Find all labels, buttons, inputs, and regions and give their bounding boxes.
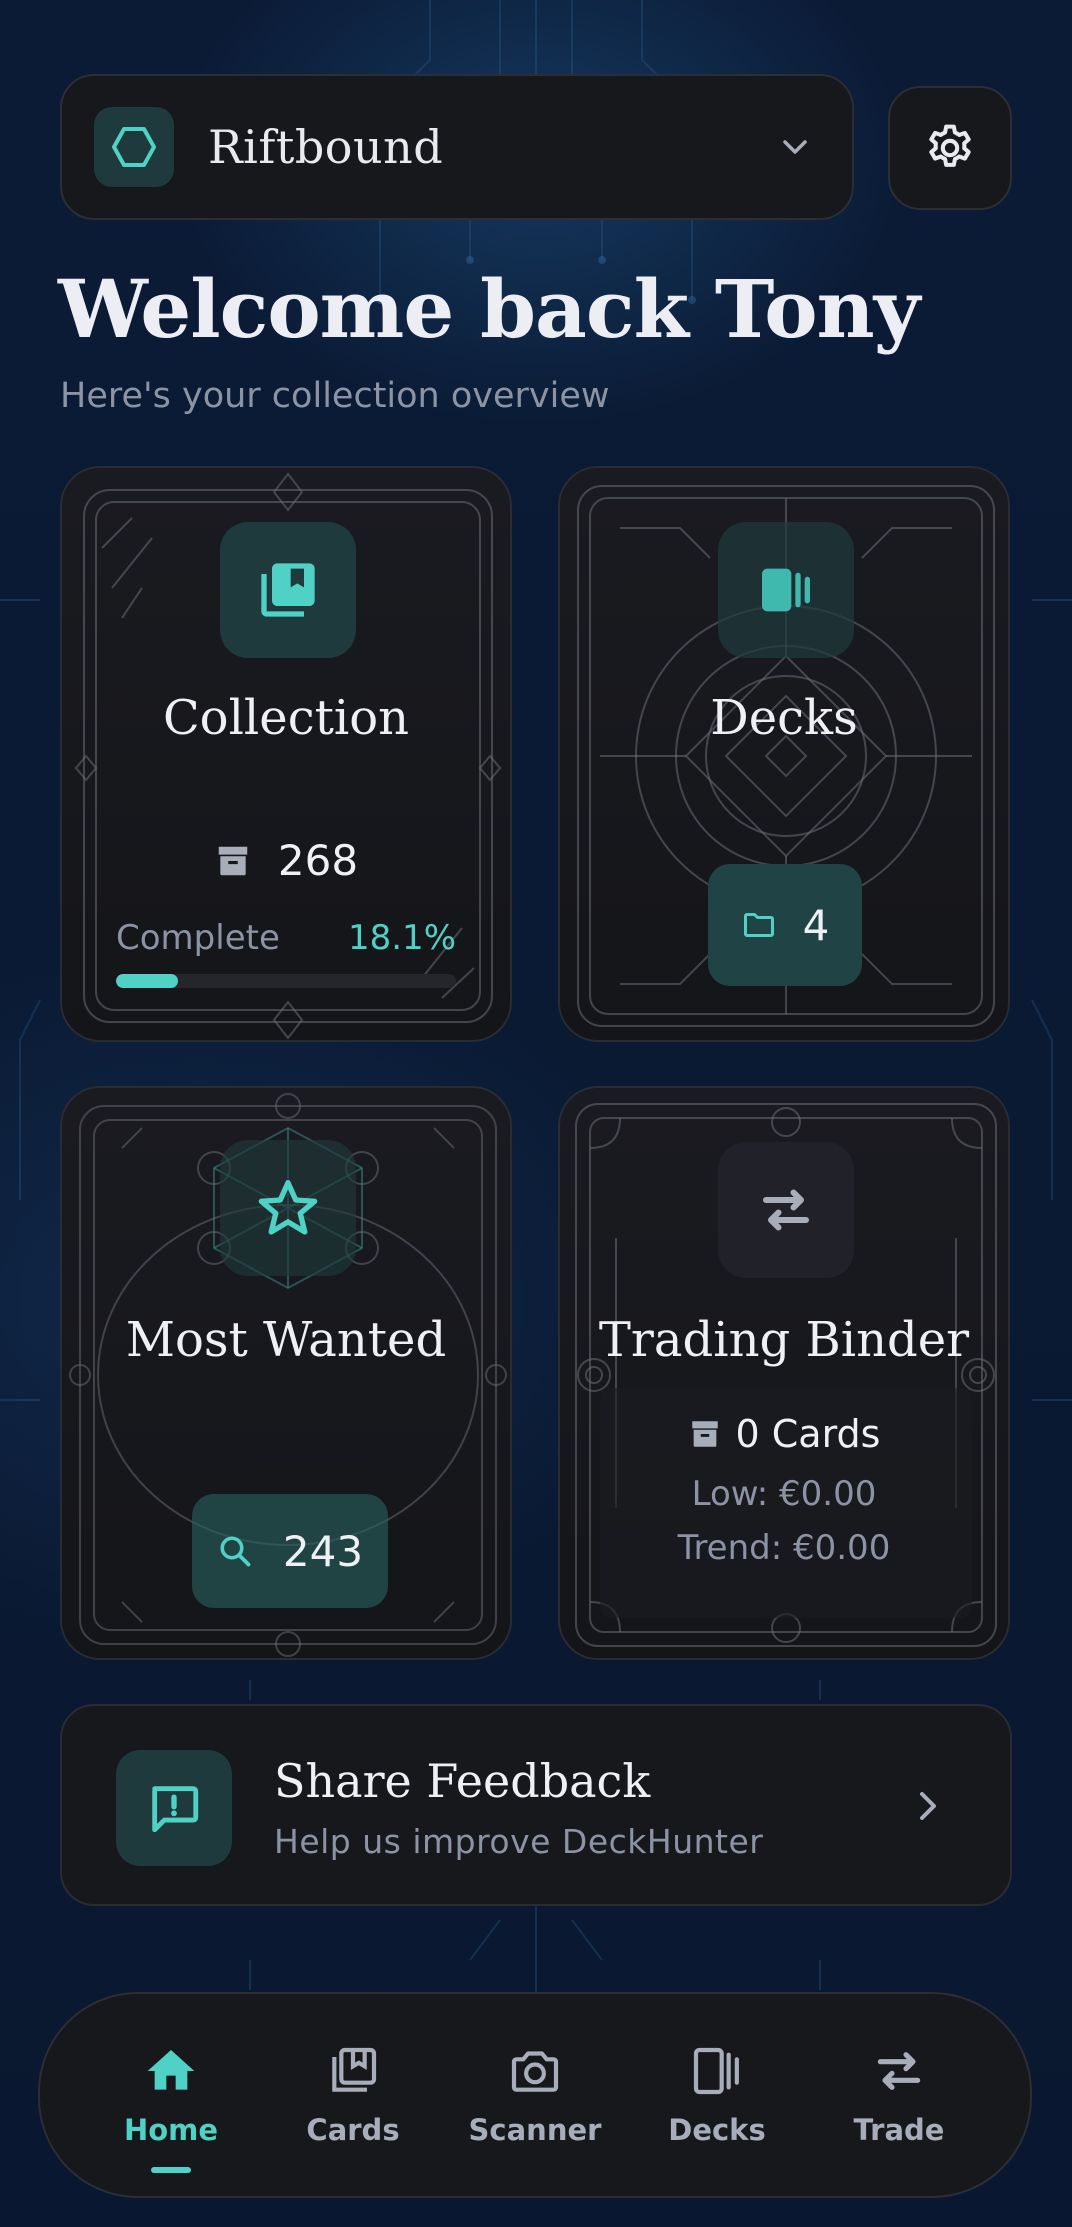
decks-tile[interactable]: Decks 4 [558,466,1010,1042]
chevron-down-icon [783,140,807,154]
home-icon [147,2050,195,2090]
welcome-title: Welcome back Tony [58,262,920,356]
share-feedback-card[interactable]: Share Feedback Help us improve DeckHunte… [60,1704,1012,1906]
bottom-navigation: Home Cards Scanner Decks Trade [38,1992,1032,2198]
feedback-title: Share Feedback [274,1754,651,1808]
decks-icon-box [718,522,854,658]
game-name: Riftbound [208,120,444,174]
trading-low-value: Low: €0.00 [691,1474,877,1514]
decks-icon [693,2047,739,2095]
decks-count: 4 [802,900,830,950]
collection-icon-box [220,522,356,658]
collection-title: Collection [162,690,410,746]
nav-label-scanner: Scanner [468,2113,602,2147]
settings-button[interactable] [888,86,1012,210]
trading-binder-tile[interactable]: Trading Binder 0 Cards Low: €0.00 Trend:… [558,1086,1010,1660]
nav-item-home[interactable]: Home [86,2043,256,2173]
chevron-right-icon [920,1792,936,1820]
decks-title: Decks [710,690,858,746]
trading-binder-title: Trading Binder [598,1312,970,1368]
collection-count: 268 [277,836,359,885]
gear-icon [929,124,971,167]
nav-label-decks: Decks [668,2113,766,2147]
complete-percent: 18.1% [347,918,456,958]
collection-count-row: 268 [62,836,510,885]
nav-label-home: Home [123,2113,219,2147]
nav-label-trade: Trade [853,2113,945,2147]
trading-binder-info: 0 Cards Low: €0.00 Trend: €0.00 [560,1412,1008,1568]
archive-icon [218,846,248,875]
trading-cards-count: 0 Cards [735,1412,881,1456]
hexagon-icon [112,127,156,167]
feedback-icon-box [116,1750,232,1866]
collection-icon [261,563,315,617]
nav-label-cards: Cards [306,2113,400,2147]
most-wanted-tile[interactable]: Most Wanted 243 [60,1086,512,1660]
decks-icon [762,568,810,612]
trading-trend-value: Trend: €0.00 [677,1528,891,1568]
progress-fill [116,974,178,988]
feedback-subtitle: Help us improve DeckHunter [274,1822,764,1861]
most-wanted-count: 243 [282,1526,364,1576]
star-icon [258,1180,318,1235]
feedback-icon [152,1786,199,1833]
nav-item-decks[interactable]: Decks [632,2043,802,2147]
search-icon [220,1536,251,1567]
trading-cards-row: 0 Cards [560,1412,1008,1456]
archive-icon [691,1421,718,1447]
most-wanted-title: Most Wanted [125,1312,447,1368]
nav-item-scanner[interactable]: Scanner [450,2043,620,2147]
most-wanted-icon-box [220,1140,356,1276]
decks-count-pill: 4 [708,864,862,986]
swap-icon [763,1189,809,1231]
complete-row: Complete 18.1% [116,918,456,958]
game-selector[interactable]: Riftbound [60,74,854,220]
game-logo [94,107,174,187]
complete-label: Complete [116,918,280,958]
welcome-subtitle: Here's your collection overview [60,376,610,416]
cards-icon [332,2047,377,2092]
nav-item-trade[interactable]: Trade [814,2043,984,2147]
nav-item-cards[interactable]: Cards [268,2043,438,2147]
camera-icon [511,2051,559,2092]
most-wanted-count-pill: 243 [192,1494,388,1608]
collection-tile[interactable]: Collection 268 Complete 18.1% [60,466,512,1042]
swap-icon [877,2052,921,2090]
trading-icon-box [718,1142,854,1278]
folder-icon [743,913,774,937]
completion-progress-bar [116,974,456,988]
home-screen: Riftbound Welcome back Tony Here's your … [0,0,1072,2227]
active-indicator [151,2167,191,2173]
